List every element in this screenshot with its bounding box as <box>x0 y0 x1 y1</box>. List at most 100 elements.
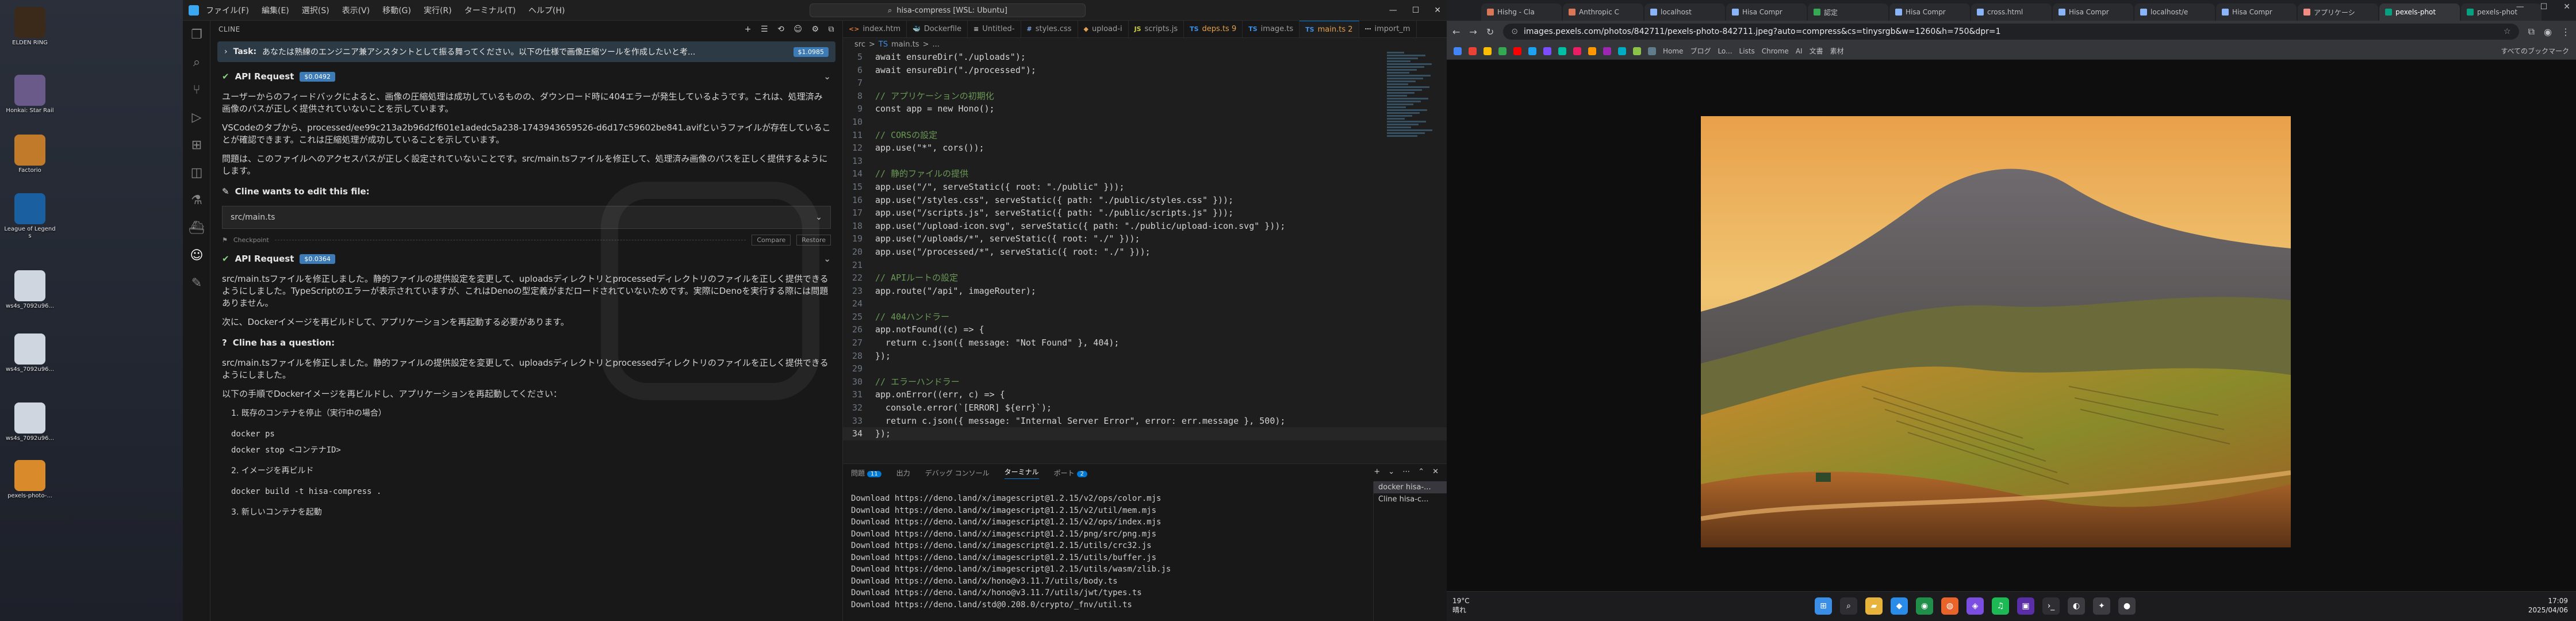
terminal-instance[interactable]: Cline hisa-c... <box>1374 493 1447 505</box>
bookmark-favicon-icon[interactable] <box>1528 47 1536 55</box>
testing-icon[interactable]: ⚗ <box>183 186 210 214</box>
spotify-icon[interactable]: ♫ <box>1992 597 2009 615</box>
desktop-icon[interactable]: ws4s_7092u96... <box>3 334 56 373</box>
close-icon[interactable]: ✕ <box>1432 467 1439 476</box>
close-icon[interactable]: ✕ <box>1434 6 1441 15</box>
app-icon-2[interactable]: ▣ <box>2017 597 2034 615</box>
profile-icon[interactable]: ◉ <box>2544 26 2552 37</box>
search-icon[interactable]: ⌕ <box>1840 597 1857 615</box>
bookmark-favicon-icon[interactable] <box>1483 47 1492 55</box>
address-bar[interactable]: ⊙ images.pexels.com/photos/842711/pexels… <box>1503 24 2519 40</box>
bookmark-favicon-icon[interactable] <box>1618 47 1626 55</box>
source-control-icon[interactable]: ⑂ <box>183 76 210 103</box>
desktop-icon[interactable]: ws4s_7092u96... <box>3 402 56 442</box>
editor-tab[interactable]: # styles.css <box>1021 21 1078 37</box>
menu-item-0[interactable]: ファイル(F) <box>206 5 249 16</box>
windows-start-icon[interactable]: ⊞ <box>1815 597 1832 615</box>
editor-tab[interactable]: TS image.ts <box>1243 21 1300 37</box>
bookmark-item[interactable]: Chrome <box>1762 47 1789 55</box>
app-icon-3[interactable]: ◐ <box>2068 597 2085 615</box>
docker-icon[interactable]: ⛴ <box>183 214 210 241</box>
gear-icon[interactable]: ⚙ <box>811 25 819 34</box>
panel-tab[interactable]: ポート 2 <box>1054 468 1087 478</box>
desktop-icon[interactable]: Factorio <box>3 135 56 174</box>
code-view[interactable]: 5 await ensureDir("./uploads"); 6 await ens… <box>843 51 1447 465</box>
bookmark-item[interactable]: 素材 <box>1830 46 1844 56</box>
bookmark-item[interactable]: すべてのブックマーク <box>2501 46 2569 56</box>
breadcrumb-part[interactable]: main.ts <box>891 40 919 49</box>
breadcrumb-part[interactable]: > <box>923 40 929 49</box>
breadcrumb-part[interactable]: src <box>854 40 865 49</box>
desktop-icon[interactable]: ws4s_7092u96... <box>3 270 56 310</box>
back-icon[interactable]: ← <box>1452 26 1460 37</box>
browser-tab[interactable]: pexels-phot <box>2379 3 2460 21</box>
editor-tab[interactable]: JS scripts.js <box>1129 21 1184 37</box>
plus-icon[interactable]: + <box>1374 467 1380 476</box>
menu-item-4[interactable]: 移動(G) <box>382 5 411 16</box>
file-explorer-icon[interactable]: ▰ <box>1865 597 1883 615</box>
browser-tab[interactable]: Hisa Compr <box>2216 3 2297 21</box>
browser-tab[interactable]: Hishg - Cla <box>1481 3 1562 21</box>
breadcrumb-part[interactable]: ... <box>932 40 939 49</box>
cline-icon[interactable]: ☺ <box>183 241 210 269</box>
breadcrumb-part[interactable]: > <box>869 40 875 49</box>
desktop-icon[interactable]: pexels-photo-... <box>3 460 56 500</box>
forward-icon[interactable]: → <box>1469 26 1477 37</box>
menu-item-6[interactable]: ターミナル(T) <box>465 5 516 16</box>
task-header[interactable]: › Task: あなたは熟練のエンジニア兼アシスタントとして振る舞ってください。… <box>217 41 835 62</box>
bookmark-favicon-icon[interactable] <box>1513 47 1521 55</box>
remote-explorer-icon[interactable]: ◫ <box>183 159 210 186</box>
menu-item-7[interactable]: ヘルプ(H) <box>528 5 565 16</box>
menu-icon[interactable]: ⋮ <box>2561 26 2570 37</box>
editor-tab[interactable]: ◆ upload-i <box>1078 21 1129 37</box>
bookmark-favicon-icon[interactable] <box>1603 47 1611 55</box>
maximize-icon[interactable]: ☐ <box>1412 6 1420 15</box>
vscode-taskbar-icon[interactable]: ◆ <box>1891 597 1908 615</box>
editor-tab[interactable]: TS main.ts 2 <box>1300 21 1359 37</box>
bookmark-item[interactable]: AI <box>1796 47 1803 55</box>
browser-tab[interactable]: localhost/e <box>2134 3 2215 21</box>
bookmark-star-icon[interactable]: ☆ <box>2504 27 2511 36</box>
bookmark-item[interactable]: Lists <box>1739 47 1755 55</box>
app-icon-4[interactable]: ✦ <box>2093 597 2110 615</box>
close-icon[interactable]: ✕ <box>2563 2 2570 12</box>
menu-item-3[interactable]: 表示(V) <box>342 5 370 16</box>
minimize-icon[interactable]: — <box>2516 2 2524 12</box>
terminal-icon[interactable]: ›_ <box>2042 597 2060 615</box>
app-icon-5[interactable]: ● <box>2118 597 2136 615</box>
bookmark-item[interactable]: Lo... <box>1718 47 1732 55</box>
api-request-row[interactable]: ✔ API Request $0.0492 ⌄ <box>210 66 842 87</box>
browser-tab[interactable]: Hisa Compr <box>1726 3 1807 21</box>
bookmark-favicon-icon[interactable] <box>1633 47 1641 55</box>
bookmark-favicon-icon[interactable] <box>1573 47 1581 55</box>
maximize-panel-icon[interactable]: ⌃ <box>1418 467 1424 476</box>
chat-icon[interactable]: ✎ <box>183 269 210 297</box>
browser-tab[interactable]: 認定 <box>1808 3 1888 21</box>
maximize-icon[interactable]: ☐ <box>2540 2 2548 12</box>
bookmark-favicon-icon[interactable] <box>1469 47 1477 55</box>
panel-tab[interactable]: デバッグ コンソール <box>925 468 990 478</box>
bookmark-favicon-icon[interactable] <box>1454 47 1462 55</box>
menu-item-5[interactable]: 実行(R) <box>424 5 452 16</box>
mcp-icon[interactable]: ☰ <box>761 25 768 34</box>
taskbar-clock[interactable]: 17:09 2025/04/06 <box>2528 596 2568 615</box>
popout-icon[interactable]: ⧉ <box>829 25 835 34</box>
account-icon[interactable]: ☺ <box>793 25 802 34</box>
browser-tab[interactable]: アプリケーシ <box>2298 3 2378 21</box>
extensions-icon[interactable]: ⧉ <box>2528 26 2535 37</box>
menu-item-1[interactable]: 編集(E) <box>262 5 289 16</box>
plus-icon[interactable]: + <box>745 25 752 34</box>
browser-tab[interactable]: cross.html <box>1971 3 2052 21</box>
editor-tab[interactable]: ⋯ import_m <box>1359 21 1417 37</box>
firefox-icon[interactable]: ◍ <box>1941 597 1958 615</box>
browser-tab[interactable]: Anthropic C <box>1563 3 1643 21</box>
command-center-search[interactable]: ⌕ hisa-compress [WSL: Ubuntu] <box>810 3 1086 17</box>
reload-icon[interactable]: ↻ <box>1486 26 1494 37</box>
chevron-down-icon[interactable]: ⌄ <box>1388 467 1394 476</box>
editor-tab[interactable]: TS deps.ts 9 <box>1184 21 1243 37</box>
bookmark-favicon-icon[interactable] <box>1648 47 1656 55</box>
menu-item-2[interactable]: 選択(S) <box>302 5 329 16</box>
terminal-output[interactable]: Download https://deno.land/x/imagescript… <box>851 493 1357 611</box>
bookmark-favicon-icon[interactable] <box>1543 47 1551 55</box>
bookmark-item[interactable]: ブログ <box>1690 46 1711 56</box>
